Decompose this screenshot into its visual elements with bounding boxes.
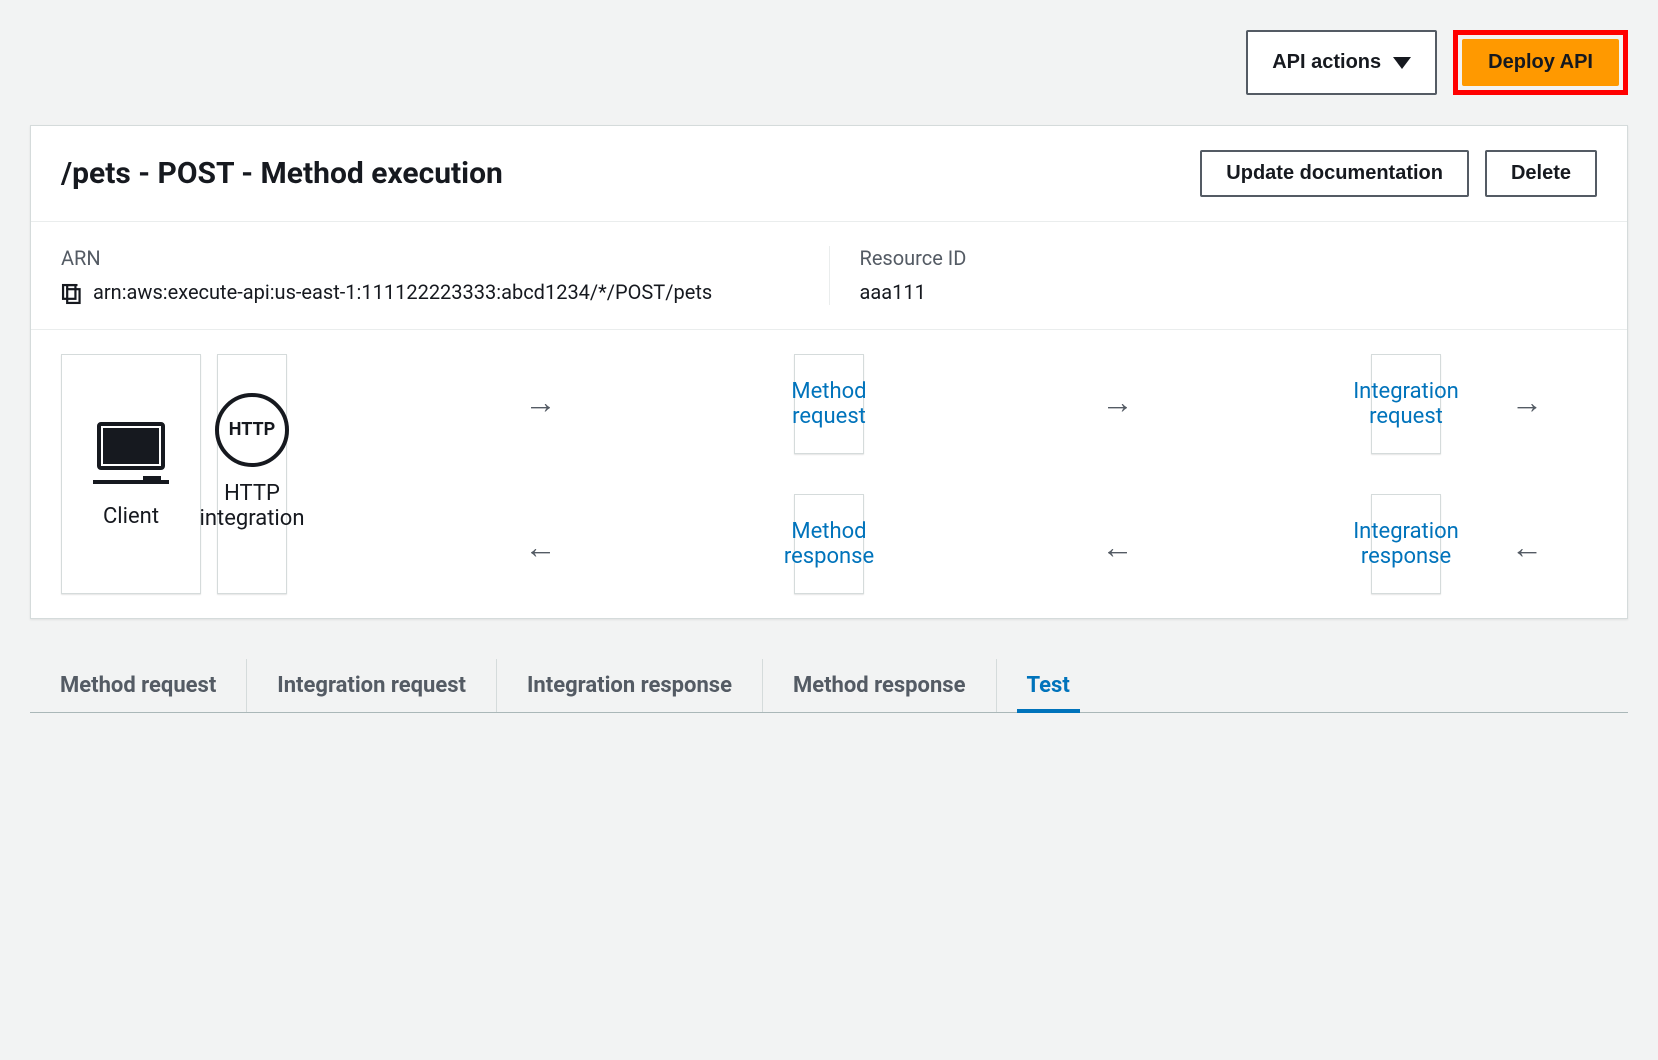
page-title: /pets - POST - Method execution (61, 156, 503, 191)
arn-label: ARN (61, 246, 799, 270)
arrow-right-icon: → (525, 386, 557, 418)
arrow-left-icon: ← (1102, 531, 1134, 563)
info-row: ARN arn:aws:execute-api:us-east-1:111122… (31, 222, 1627, 330)
client-box: Client (61, 354, 201, 594)
arrow-col-1: → ← (303, 354, 778, 594)
method-response-box[interactable]: Method response (794, 494, 864, 594)
arrow-right-icon: → (1102, 386, 1134, 418)
computer-icon (91, 420, 171, 490)
flow-diagram: Client → ← Method request Method respons… (31, 330, 1627, 618)
http-label: HTTP integration (200, 481, 305, 556)
tab-integration-response[interactable]: Integration response (497, 659, 763, 712)
tab-integration-request[interactable]: Integration request (247, 659, 497, 712)
tabs: Method request Integration request Integ… (30, 659, 1628, 713)
panel-header-actions: Update documentation Delete (1200, 150, 1597, 197)
integration-stack: Integration request Integration response (1371, 354, 1441, 594)
client-label: Client (103, 504, 159, 529)
deploy-api-label: Deploy API (1488, 51, 1593, 74)
http-box: HTTP HTTP integration (217, 354, 287, 594)
arrow-col-3: → ← (1457, 354, 1597, 594)
copy-icon[interactable] (61, 283, 83, 305)
integration-request-box[interactable]: Integration request (1371, 354, 1441, 454)
arrow-col-2: → ← (880, 354, 1355, 594)
http-icon: HTTP (215, 393, 289, 467)
arn-text: arn:aws:execute-api:us-east-1:1111222233… (93, 280, 712, 304)
arn-value: arn:aws:execute-api:us-east-1:1111222233… (61, 280, 799, 305)
panel-header: /pets - POST - Method execution Update d… (31, 126, 1627, 222)
integration-response-box[interactable]: Integration response (1371, 494, 1441, 594)
tab-method-response[interactable]: Method response (763, 659, 997, 712)
resource-id-label: Resource ID (860, 246, 1598, 270)
deploy-api-button[interactable]: Deploy API (1462, 39, 1619, 86)
method-request-box[interactable]: Method request (794, 354, 864, 454)
delete-button[interactable]: Delete (1485, 150, 1597, 197)
method-execution-panel: /pets - POST - Method execution Update d… (30, 125, 1628, 619)
arrow-right-icon: → (1511, 386, 1543, 418)
method-stack: Method request Method response (794, 354, 864, 594)
api-actions-button[interactable]: API actions (1246, 30, 1437, 95)
tab-method-request[interactable]: Method request (30, 659, 247, 712)
caret-down-icon (1393, 57, 1411, 69)
resource-id-col: Resource ID aaa111 (830, 246, 1598, 305)
api-actions-label: API actions (1272, 51, 1381, 74)
update-documentation-button[interactable]: Update documentation (1200, 150, 1469, 197)
resource-id-value: aaa111 (860, 280, 1598, 304)
arn-col: ARN arn:aws:execute-api:us-east-1:111122… (61, 246, 830, 305)
deploy-highlight: Deploy API (1453, 30, 1628, 95)
tab-test[interactable]: Test (997, 659, 1100, 712)
arrow-left-icon: ← (1511, 531, 1543, 563)
arrow-left-icon: ← (525, 531, 557, 563)
